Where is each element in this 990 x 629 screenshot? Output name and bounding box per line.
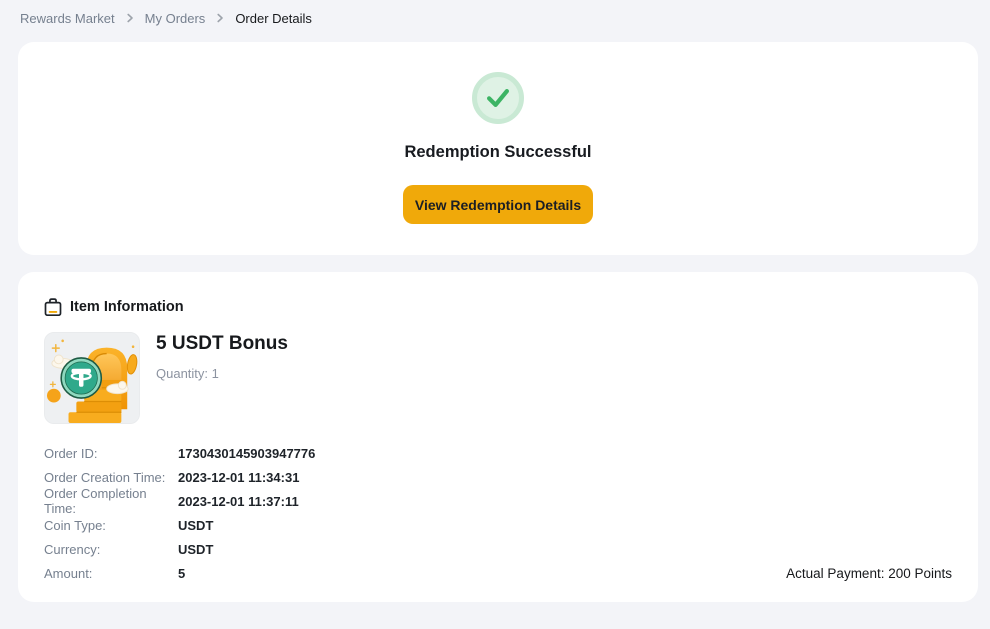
detail-row-creation-time: Order Creation Time: 2023-12-01 11:34:31: [44, 465, 952, 489]
detail-row-coin-type: Coin Type: USDT: [44, 513, 952, 537]
product-name: 5 USDT Bonus: [156, 333, 288, 355]
chevron-right-icon: [125, 13, 135, 23]
shopping-bag-icon: [44, 297, 62, 317]
breadcrumb-rewards-market[interactable]: Rewards Market: [20, 11, 115, 26]
detail-value: USDT: [178, 542, 213, 557]
detail-label: Order Completion Time:: [44, 486, 178, 516]
detail-value: 5: [178, 566, 185, 581]
item-information-title: Item Information: [70, 299, 184, 315]
detail-label: Order Creation Time:: [44, 470, 178, 485]
detail-label: Coin Type:: [44, 518, 178, 533]
success-status-title: Redemption Successful: [404, 143, 591, 162]
detail-row-completion-time: Order Completion Time: 2023-12-01 11:37:…: [44, 489, 952, 513]
item-information-card: Item Information: [18, 272, 978, 602]
product-row: 5 USDT Bonus Quantity: 1: [44, 332, 952, 424]
product-info: 5 USDT Bonus Quantity: 1: [156, 332, 288, 424]
usdt-bonus-illustration: [44, 332, 140, 424]
view-redemption-details-button[interactable]: View Redemption Details: [403, 185, 593, 224]
order-details-list: Order ID: 1730430145903947776 Order Crea…: [44, 441, 952, 585]
item-information-header: Item Information: [44, 297, 952, 317]
chevron-right-icon: [215, 13, 225, 23]
detail-row-currency: Currency: USDT: [44, 537, 952, 561]
detail-value: USDT: [178, 518, 213, 533]
detail-label: Order ID:: [44, 446, 178, 461]
breadcrumb-order-details: Order Details: [235, 11, 312, 26]
breadcrumb-my-orders[interactable]: My Orders: [145, 11, 206, 26]
check-icon: [472, 72, 524, 124]
detail-value: 2023-12-01 11:34:31: [178, 470, 299, 485]
detail-label: Amount:: [44, 566, 178, 581]
actual-payment: Actual Payment: 200 Points: [786, 566, 952, 581]
detail-row-amount: Amount: 5 Actual Payment: 200 Points: [44, 561, 952, 585]
breadcrumb: Rewards Market My Orders Order Details: [0, 0, 990, 36]
detail-value: 2023-12-01 11:37:11: [178, 494, 299, 509]
detail-label: Currency:: [44, 542, 178, 557]
detail-value: 1730430145903947776: [178, 446, 315, 461]
redemption-success-card: Redemption Successful View Redemption De…: [18, 42, 978, 255]
detail-row-order-id: Order ID: 1730430145903947776: [44, 441, 952, 465]
product-quantity: Quantity: 1: [156, 366, 288, 381]
